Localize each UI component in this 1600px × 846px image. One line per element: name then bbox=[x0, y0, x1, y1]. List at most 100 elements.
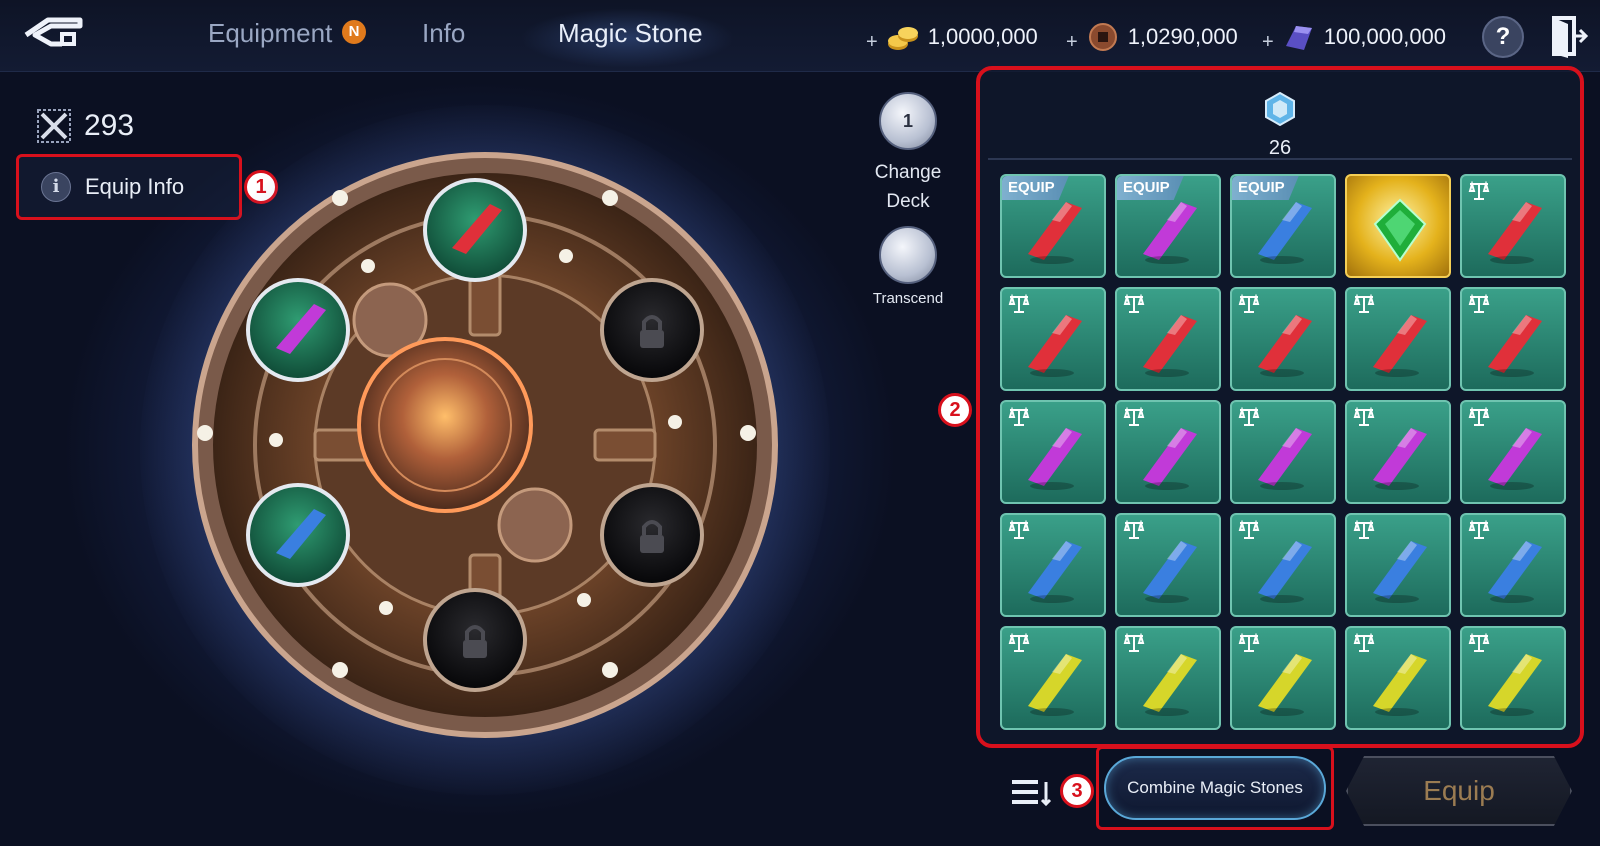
callout-2: 2 bbox=[938, 393, 972, 427]
balance-scale-icon bbox=[1123, 520, 1145, 539]
tab-equipment[interactable]: Equipment bbox=[208, 18, 332, 49]
stone-cell[interactable] bbox=[1115, 626, 1221, 730]
red-magic-stone-icon bbox=[1373, 315, 1427, 377]
balance-scale-icon bbox=[1468, 407, 1490, 426]
tab-magic-stone[interactable]: Magic Stone bbox=[558, 18, 703, 49]
sort-button[interactable] bbox=[1012, 776, 1052, 808]
stone-cell[interactable]: EQUIP bbox=[1115, 174, 1221, 278]
stone-cell[interactable] bbox=[1230, 287, 1336, 391]
balance-scale-icon bbox=[1468, 633, 1490, 652]
stone-cell[interactable] bbox=[1230, 626, 1336, 730]
blue-magic-stone-icon bbox=[1488, 541, 1542, 603]
purple-magic-stone-icon bbox=[1143, 202, 1197, 264]
magic-stone-wheel bbox=[192, 152, 778, 738]
stone-cell[interactable] bbox=[1345, 513, 1451, 617]
help-button[interactable]: ? bbox=[1482, 16, 1524, 58]
tab-info[interactable]: Info bbox=[422, 18, 465, 49]
blue-magic-stone-icon bbox=[1258, 202, 1312, 264]
stone-count-value: 26 bbox=[1268, 137, 1292, 159]
blue-magic-stone-icon bbox=[1258, 541, 1312, 603]
stone-cell[interactable] bbox=[1460, 174, 1566, 278]
stone-cell[interactable] bbox=[1460, 626, 1566, 730]
combine-magic-stones-button[interactable]: Combine Magic Stones bbox=[1104, 756, 1326, 820]
wheel-slot-upper-left[interactable] bbox=[246, 278, 350, 382]
stone-cell[interactable] bbox=[1115, 287, 1221, 391]
equip-label: Equip bbox=[1423, 775, 1495, 806]
equip-button[interactable]: Equip bbox=[1346, 756, 1572, 826]
currency-gold[interactable]: + 1,0000,000 bbox=[866, 20, 1038, 54]
magic-stone-grid: EQUIP EQUIP EQUIP bbox=[1000, 174, 1566, 734]
transcend-button[interactable]: Transcend bbox=[862, 226, 954, 307]
balance-scale-icon bbox=[1353, 294, 1375, 313]
anvil-hammer-icon bbox=[879, 226, 937, 284]
stone-cell[interactable] bbox=[1000, 513, 1106, 617]
wheel-slot-top[interactable] bbox=[423, 178, 527, 282]
purple-magic-stone-icon bbox=[1373, 428, 1427, 490]
balance-scale-icon bbox=[1008, 407, 1030, 426]
stone-cell[interactable]: EQUIP bbox=[1000, 174, 1106, 278]
balance-scale-icon bbox=[1123, 407, 1145, 426]
stone-cell[interactable] bbox=[1115, 513, 1221, 617]
wheel-slot-upper-right-locked[interactable] bbox=[600, 278, 704, 382]
balance-scale-icon bbox=[1123, 294, 1145, 313]
stone-cell[interactable] bbox=[1345, 626, 1451, 730]
stone-cell[interactable] bbox=[1230, 400, 1336, 504]
crystal-amount: 100,000,000 bbox=[1323, 24, 1447, 49]
red-magic-stone-icon bbox=[1488, 202, 1542, 264]
stone-cell[interactable] bbox=[1460, 513, 1566, 617]
blue-magic-stone-icon bbox=[1143, 541, 1197, 603]
yellow-magic-stone-icon bbox=[1373, 654, 1427, 716]
combat-power: 293 bbox=[36, 108, 134, 144]
stone-cell[interactable] bbox=[1115, 400, 1221, 504]
red-magic-stone-icon bbox=[1258, 315, 1312, 377]
yellow-magic-stone-icon bbox=[1143, 654, 1197, 716]
currency-copper[interactable]: + 1,0290,000 bbox=[1066, 20, 1238, 54]
balance-scale-icon bbox=[1468, 520, 1490, 539]
sort-list-icon bbox=[1012, 780, 1052, 807]
balance-scale-icon bbox=[1353, 407, 1375, 426]
wheel-slot-lower-right-locked[interactable] bbox=[600, 483, 704, 587]
yellow-magic-stone-icon bbox=[1258, 654, 1312, 716]
blue-magic-stone-icon bbox=[1373, 541, 1427, 603]
stone-cell[interactable] bbox=[1345, 287, 1451, 391]
panel-divider bbox=[988, 158, 1572, 160]
wheel-slot-bottom-locked[interactable] bbox=[423, 588, 527, 692]
stone-cell[interactable] bbox=[1460, 287, 1566, 391]
info-icon: i bbox=[41, 172, 71, 202]
balance-scale-icon bbox=[1238, 407, 1260, 426]
add-copper-icon: + bbox=[1066, 30, 1078, 53]
transcend-label: Transcend bbox=[872, 290, 944, 307]
stone-cell[interactable] bbox=[1230, 513, 1336, 617]
exit-door-icon bbox=[1552, 16, 1589, 58]
red-magic-stone-icon bbox=[1143, 315, 1197, 377]
balance-scale-icon bbox=[1008, 294, 1030, 313]
stone-cell[interactable]: EQUIP bbox=[1230, 174, 1336, 278]
balance-scale-icon bbox=[1238, 633, 1260, 652]
stone-cell[interactable] bbox=[1000, 400, 1106, 504]
stone-cell[interactable] bbox=[1000, 287, 1106, 391]
balance-scale-icon bbox=[1353, 633, 1375, 652]
exit-button[interactable] bbox=[1548, 14, 1590, 58]
add-crystal-icon: + bbox=[1262, 30, 1274, 53]
purple-magic-stone-icon bbox=[1488, 428, 1542, 490]
wheel-slot-lower-left[interactable] bbox=[246, 483, 350, 587]
stone-cell[interactable] bbox=[1345, 174, 1451, 278]
stone-cell[interactable] bbox=[1345, 400, 1451, 504]
stone-cell[interactable] bbox=[1000, 626, 1106, 730]
tab-equipment-label: Equipment bbox=[208, 18, 333, 48]
top-bar: Equipment N Info Magic Stone + 1,0000,00… bbox=[0, 0, 1600, 72]
add-gold-icon: + bbox=[866, 30, 878, 53]
equipped-tag: EQUIP bbox=[1232, 176, 1299, 200]
blue-magic-stone-icon bbox=[1028, 541, 1082, 603]
currency-crystal[interactable]: + 100,000,000 bbox=[1262, 20, 1446, 54]
yellow-magic-stone-icon bbox=[1488, 654, 1542, 716]
change-deck-button[interactable]: 1 Change Deck bbox=[862, 92, 954, 216]
tab-info-label: Info bbox=[422, 18, 466, 48]
crystal-ingot-icon bbox=[1285, 26, 1312, 50]
yellow-magic-stone-icon bbox=[1028, 654, 1082, 716]
purple-magic-stone-icon bbox=[1028, 428, 1082, 490]
copper-coin-icon bbox=[1088, 23, 1117, 51]
back-button[interactable] bbox=[18, 12, 88, 58]
stone-cell[interactable] bbox=[1460, 400, 1566, 504]
balance-scale-icon bbox=[1008, 633, 1030, 652]
